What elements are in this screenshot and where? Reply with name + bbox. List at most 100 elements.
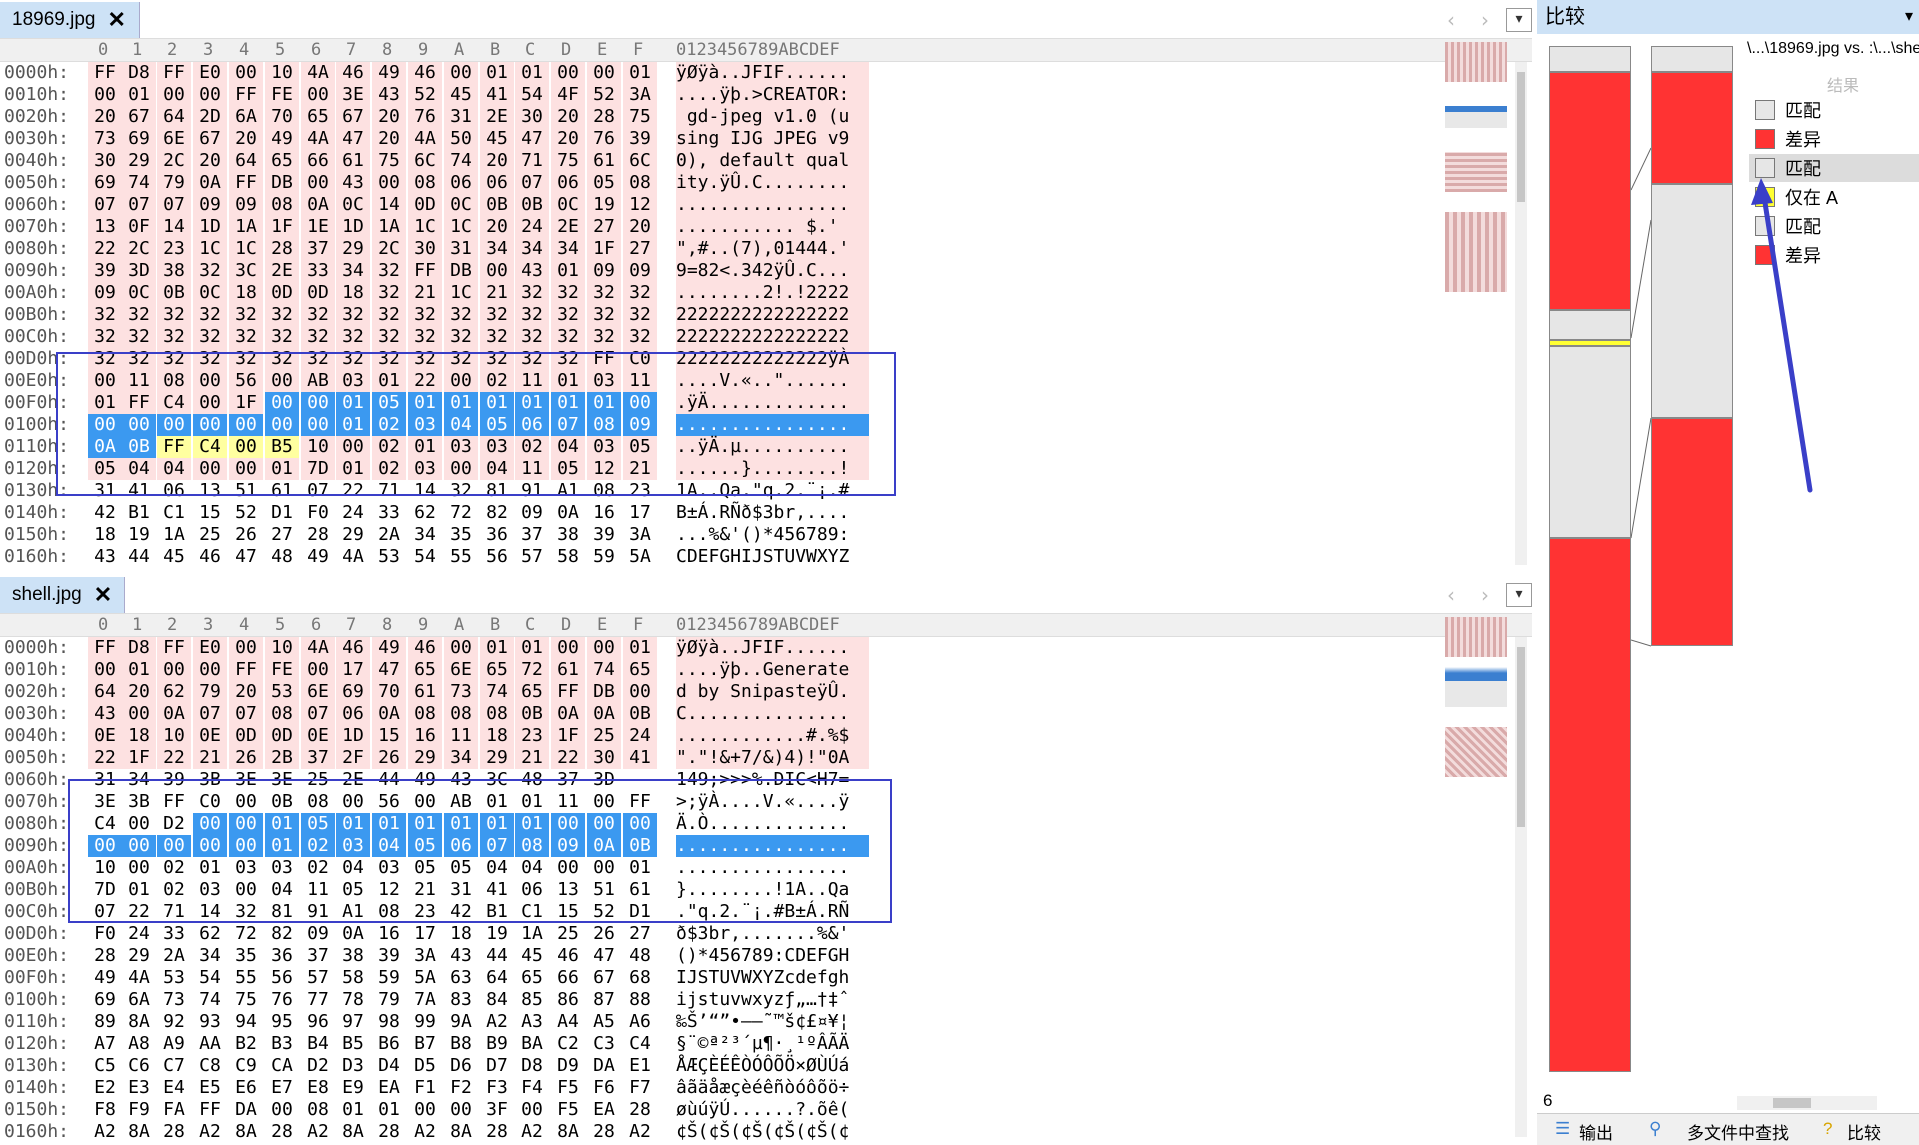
hex-byte[interactable]: A2	[301, 1121, 335, 1143]
hex-byte[interactable]: F1	[408, 1077, 442, 1099]
hex-byte[interactable]: 65	[515, 681, 549, 703]
hex-byte[interactable]: 85	[515, 989, 549, 1011]
hex-byte[interactable]: A7	[88, 1033, 122, 1055]
hex-byte[interactable]: 96	[301, 1011, 335, 1033]
hex-byte[interactable]: 33	[157, 923, 191, 945]
hex-byte[interactable]: 49	[372, 637, 406, 659]
hex-byte[interactable]: 78	[336, 989, 370, 1011]
hex-byte[interactable]: 66	[301, 150, 335, 172]
hex-byte[interactable]: 47	[336, 128, 370, 150]
hex-byte[interactable]: 25	[193, 524, 227, 546]
hex-byte[interactable]: 26	[587, 923, 621, 945]
hex-byte[interactable]: 28	[587, 106, 621, 128]
ascii-text[interactable]: d by SnipasteÿÛ.	[676, 681, 869, 703]
hex-byte[interactable]: 08	[408, 703, 442, 725]
hex-byte[interactable]: 56	[265, 967, 299, 989]
hex-byte[interactable]: 8A	[122, 1121, 156, 1143]
hex-byte[interactable]: 00	[88, 84, 122, 106]
hex-byte[interactable]: 75	[551, 150, 585, 172]
hex-byte[interactable]: D5	[408, 1055, 442, 1077]
hex-byte[interactable]: 0A	[193, 172, 227, 194]
hex-byte[interactable]: 49	[88, 967, 122, 989]
hex-byte[interactable]: 10	[265, 637, 299, 659]
hex-byte[interactable]: 32	[265, 304, 299, 326]
hex-byte[interactable]: 09	[515, 502, 549, 524]
hex-byte[interactable]: 65	[480, 659, 514, 681]
hex-byte[interactable]: 49	[265, 128, 299, 150]
hex-byte[interactable]: 32	[623, 304, 657, 326]
hex-byte[interactable]: 0E	[193, 725, 227, 747]
hex-byte[interactable]: FE	[265, 84, 299, 106]
hex-byte[interactable]: 0C	[551, 194, 585, 216]
hex-byte[interactable]: 19	[480, 923, 514, 945]
hex-byte[interactable]: 50	[444, 128, 478, 150]
hex-byte[interactable]: 21	[193, 747, 227, 769]
hex-byte[interactable]: 20	[623, 216, 657, 238]
hex-byte[interactable]: 32	[229, 304, 263, 326]
hex-byte[interactable]: 37	[301, 945, 335, 967]
hex-byte[interactable]: 70	[372, 681, 406, 703]
hex-byte[interactable]: B5	[336, 1033, 370, 1055]
ascii-text[interactable]: sing IJG JPEG v9	[676, 128, 869, 150]
hex-byte[interactable]: C2	[551, 1033, 585, 1055]
hex-byte[interactable]: 59	[372, 967, 406, 989]
tab-shell-jpg[interactable]: shell.jpg ✕	[0, 577, 125, 613]
hex-byte[interactable]: 2E	[480, 106, 514, 128]
hex-byte[interactable]: 0A	[336, 923, 370, 945]
hex-byte[interactable]: 32	[623, 326, 657, 348]
hex-byte[interactable]: C1	[157, 502, 191, 524]
hex-byte[interactable]: 19	[587, 194, 621, 216]
hex-byte[interactable]: 67	[122, 106, 156, 128]
hex-byte[interactable]: 0D	[408, 194, 442, 216]
hex-byte[interactable]: 17	[336, 659, 370, 681]
hex-byte[interactable]: A2	[193, 1121, 227, 1143]
hex-byte[interactable]: 00	[157, 84, 191, 106]
hex-byte[interactable]: F4	[515, 1077, 549, 1099]
hex-byte[interactable]: 6E	[444, 659, 478, 681]
hex-byte[interactable]: 25	[551, 923, 585, 945]
hex-byte[interactable]: 06	[336, 703, 370, 725]
hex-byte[interactable]: 28	[265, 1121, 299, 1143]
hex-byte[interactable]: 61	[551, 659, 585, 681]
hex-byte[interactable]: 83	[444, 989, 478, 1011]
hex-byte[interactable]: A3	[515, 1011, 549, 1033]
ascii-text[interactable]: 2222222222222222	[676, 304, 869, 326]
hex-byte[interactable]: A2	[623, 1121, 657, 1143]
hex-byte[interactable]: 29	[122, 945, 156, 967]
hex-byte[interactable]: 0C	[336, 194, 370, 216]
hex-byte[interactable]: 1C	[408, 216, 442, 238]
hex-byte[interactable]: C3	[587, 1033, 621, 1055]
hex-byte[interactable]: 00	[587, 62, 621, 84]
hex-byte[interactable]: 6A	[122, 989, 156, 1011]
hex-byte[interactable]: 32	[372, 326, 406, 348]
hex-byte[interactable]: 32	[122, 326, 156, 348]
hex-byte[interactable]: 36	[480, 524, 514, 546]
hex-byte[interactable]: 20	[372, 106, 406, 128]
hex-byte[interactable]: 57	[301, 967, 335, 989]
hex-byte[interactable]: 15	[193, 502, 227, 524]
hex-byte[interactable]: EA	[587, 1099, 621, 1121]
hex-byte[interactable]: 44	[122, 546, 156, 568]
hex-byte[interactable]: 29	[480, 747, 514, 769]
hex-byte[interactable]: A2	[480, 1011, 514, 1033]
hex-byte[interactable]: D8	[515, 1055, 549, 1077]
ascii-text[interactable]: ÅÆÇÈÉÊÒÓÔÕÖ×ØÙÚá	[676, 1055, 869, 1077]
hex-byte[interactable]: 0D	[265, 725, 299, 747]
hex-byte[interactable]: 46	[336, 62, 370, 84]
hex-byte[interactable]: 38	[336, 945, 370, 967]
hex-byte[interactable]: 65	[515, 967, 549, 989]
hex-byte[interactable]: 32	[157, 326, 191, 348]
hex-byte[interactable]: 62	[408, 502, 442, 524]
hex-byte[interactable]: FE	[265, 659, 299, 681]
hex-byte[interactable]: E8	[301, 1077, 335, 1099]
hex-byte[interactable]: 92	[157, 1011, 191, 1033]
hex-byte[interactable]: 0D	[229, 725, 263, 747]
hex-byte[interactable]: FF	[157, 62, 191, 84]
hex-byte[interactable]: 94	[229, 1011, 263, 1033]
hex-byte[interactable]: 00	[229, 62, 263, 84]
hex-byte[interactable]: 20	[551, 128, 585, 150]
ascii-text[interactable]: ()*456789:CDEFGH	[676, 945, 869, 967]
hex-byte[interactable]: A2	[515, 1121, 549, 1143]
hex-byte[interactable]: 00	[301, 172, 335, 194]
hex-byte[interactable]: 08	[623, 172, 657, 194]
